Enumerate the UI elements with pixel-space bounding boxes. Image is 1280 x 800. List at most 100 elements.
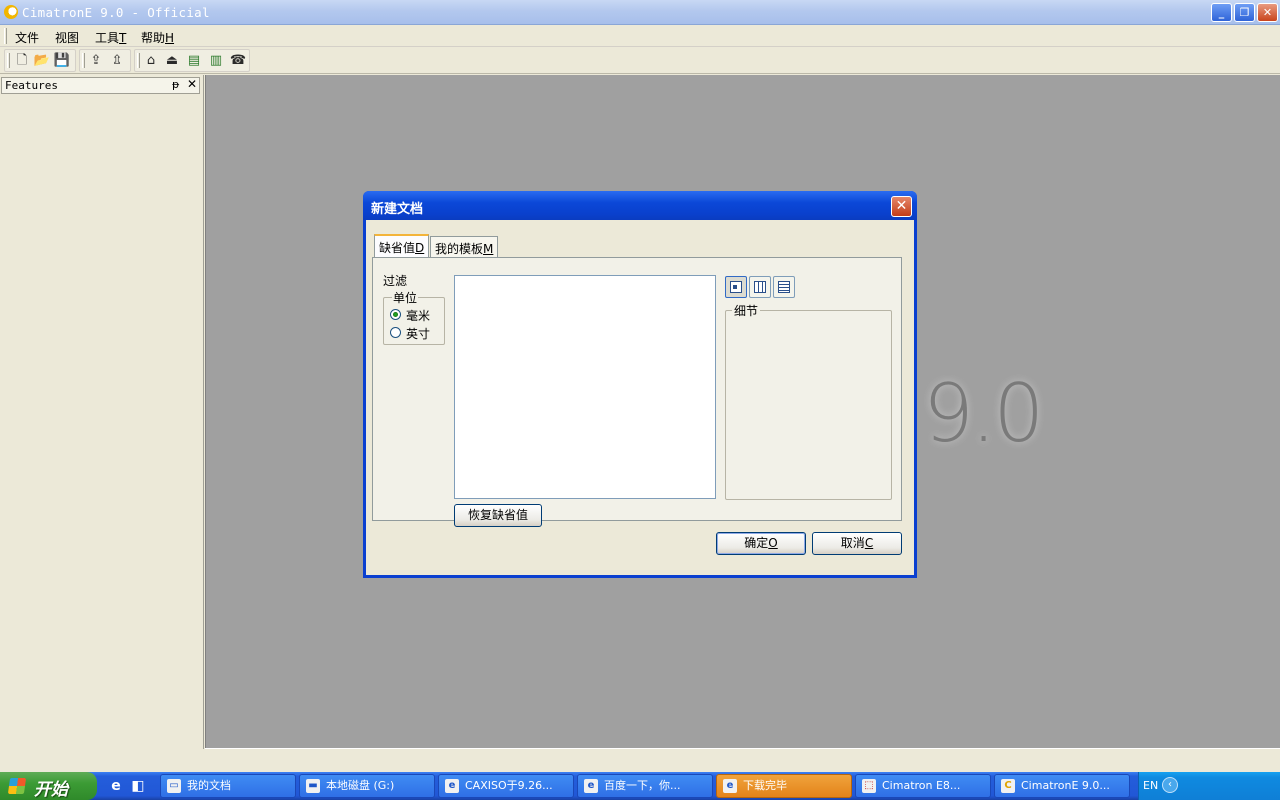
- open-folder-icon[interactable]: 📂: [33, 53, 51, 69]
- tab-defaults-label: 缺省值: [379, 241, 416, 255]
- folder-icon: ▭: [167, 779, 181, 793]
- menu-file-label: 文件: [15, 31, 40, 45]
- tool-3-icon[interactable]: ▤: [185, 53, 203, 69]
- language-indicator[interactable]: EN: [1143, 779, 1158, 792]
- task-my-documents[interactable]: ▭ 我的文档: [160, 774, 296, 798]
- dialog-close-button[interactable]: ✕: [891, 196, 912, 217]
- large-icons-view-button[interactable]: [725, 276, 747, 298]
- tool-5-icon[interactable]: ☎: [229, 53, 247, 69]
- close-button[interactable]: ✕: [1257, 3, 1278, 22]
- menu-view-label: 视图: [55, 31, 80, 45]
- toolbar-grip[interactable]: [82, 53, 85, 68]
- tab-defaults-accel: D: [415, 241, 425, 255]
- main-title-bar: CimatronE 9.0 - Official _ ❐ ✕: [0, 0, 1280, 25]
- features-header: Features ᵽ ✕: [1, 77, 200, 94]
- desktop-quicklaunch-icon[interactable]: ◧: [130, 778, 146, 794]
- ok-accel: O: [768, 536, 778, 550]
- task-label: Cimatron E8...: [882, 779, 961, 792]
- show-hidden-icons-icon[interactable]: ‹: [1162, 777, 1178, 793]
- new-file-icon[interactable]: 🗋: [13, 53, 31, 69]
- new-document-dialog: 新建文档 ✕ 缺省值D 我的模板M 过滤 单位 毫米 英寸 细节 恢复缺省值 确…: [363, 191, 917, 578]
- detail-group: 细节: [725, 302, 892, 500]
- dialog-title-bar[interactable]: 新建文档 ✕: [363, 191, 917, 220]
- disk-icon: ▬: [306, 779, 320, 793]
- task-cimatrone-9[interactable]: C CimatronE 9.0...: [994, 774, 1130, 798]
- ie-icon: e: [445, 779, 459, 793]
- filter-label: 过滤: [383, 274, 408, 288]
- radio-millimeter-indicator[interactable]: [390, 309, 401, 320]
- radio-inch-indicator[interactable]: [390, 327, 401, 338]
- splash-version: 9.0: [923, 367, 1044, 460]
- cancel-label: 取消: [840, 536, 865, 550]
- tools-toolbar: ⌂ ⏏ ▤ ▥ ☎: [134, 49, 250, 72]
- minimize-button[interactable]: _: [1211, 3, 1232, 22]
- ie-icon: e: [584, 779, 598, 793]
- menu-help[interactable]: 帮助H: [141, 29, 174, 46]
- import-icon[interactable]: ⇪: [87, 53, 105, 69]
- ok-button[interactable]: 确定O: [716, 532, 806, 555]
- tab-defaults[interactable]: 缺省值D: [374, 234, 430, 257]
- task-cimatron-e8[interactable]: ⬚ Cimatron E8...: [855, 774, 991, 798]
- unit-group-title: 单位: [392, 289, 419, 306]
- menu-tools[interactable]: 工具T: [95, 29, 126, 46]
- status-bar: [205, 748, 1280, 772]
- cancel-button[interactable]: 取消C: [812, 532, 902, 555]
- ie-quicklaunch-icon[interactable]: e: [108, 778, 124, 794]
- details-view-icon: [778, 281, 790, 293]
- features-panel: Features ᵽ ✕: [0, 75, 204, 749]
- window-title: CimatronE 9.0 - Official: [22, 5, 210, 20]
- toolbar: 🗋 📂 💾 ⇪ ⇫ ⌂ ⏏ ▤ ▥ ☎: [0, 47, 1280, 74]
- task-label: 下载完毕: [743, 779, 787, 792]
- menu-bar: 文件 视图 工具T 帮助H: [0, 25, 1280, 47]
- list-view-icon: [754, 281, 766, 293]
- pdf-icon: ⬚: [862, 779, 876, 793]
- start-button[interactable]: 开始: [0, 772, 97, 800]
- export-icon[interactable]: ⇫: [108, 53, 126, 69]
- task-download-complete[interactable]: e 下载完毕: [716, 774, 852, 798]
- dialog-body: 缺省值D 我的模板M 过滤 单位 毫米 英寸 细节 恢复缺省值 确定O 取消C: [366, 220, 914, 575]
- details-view-button[interactable]: [773, 276, 795, 298]
- task-caxiso[interactable]: e CAXISO于9.26...: [438, 774, 574, 798]
- tool-4-icon[interactable]: ▥: [207, 53, 225, 69]
- task-label: 我的文档: [187, 779, 231, 792]
- cimatron-icon: C: [1001, 779, 1015, 793]
- windows-flag-icon: [7, 778, 27, 794]
- dialog-title: 新建文档: [371, 202, 424, 217]
- menu-grip[interactable]: [4, 28, 7, 44]
- task-label: 百度一下，你...: [604, 779, 681, 792]
- menu-help-label: 帮助: [141, 31, 166, 45]
- ie-icon: e: [723, 779, 737, 793]
- restore-button[interactable]: ❐: [1234, 3, 1255, 22]
- taskbar: 开始 e ◧ ▭ 我的文档 ▬ 本地磁盘 (G:) e CAXISO于9.26.…: [0, 772, 1280, 800]
- cimatron-app-icon[interactable]: [4, 5, 18, 19]
- start-label: 开始: [34, 780, 68, 800]
- task-label: CimatronE 9.0...: [1021, 779, 1110, 792]
- template-list[interactable]: [454, 275, 716, 499]
- toolbar-grip[interactable]: [7, 53, 10, 68]
- system-tray: EN ‹: [1138, 772, 1280, 800]
- list-view-button[interactable]: [749, 276, 771, 298]
- menu-file[interactable]: 文件: [15, 29, 39, 46]
- save-icon[interactable]: 💾: [53, 53, 71, 69]
- large-icons-icon: [730, 281, 742, 293]
- close-panel-icon[interactable]: ✕: [187, 77, 197, 91]
- task-baidu[interactable]: e 百度一下，你...: [577, 774, 713, 798]
- tab-templates-label: 我的模板: [435, 242, 484, 256]
- pin-icon[interactable]: ᵽ: [172, 78, 179, 91]
- tab-my-templates[interactable]: 我的模板M: [430, 236, 499, 257]
- radio-millimeter-label: 毫米: [406, 309, 431, 323]
- file-toolbar: 🗋 📂 💾: [4, 49, 76, 72]
- tab-panel: 过滤 单位 毫米 英寸 细节 恢复缺省值: [372, 257, 902, 527]
- task-label: 本地磁盘 (G:): [326, 779, 395, 792]
- task-local-disk[interactable]: ▬ 本地磁盘 (G:): [299, 774, 435, 798]
- restore-defaults-button[interactable]: 恢复缺省值: [454, 504, 542, 527]
- menu-tools-label: 工具: [95, 31, 120, 45]
- toolbar-grip[interactable]: [137, 53, 140, 68]
- menu-view[interactable]: 视图: [55, 29, 79, 46]
- tool-2-icon[interactable]: ⏏: [163, 53, 181, 69]
- tool-1-icon[interactable]: ⌂: [142, 53, 160, 69]
- menu-tools-accel: T: [119, 31, 127, 45]
- ok-label: 确定: [744, 536, 769, 550]
- radio-inch-label: 英寸: [406, 327, 431, 341]
- restore-defaults-label: 恢复缺省值: [467, 508, 528, 522]
